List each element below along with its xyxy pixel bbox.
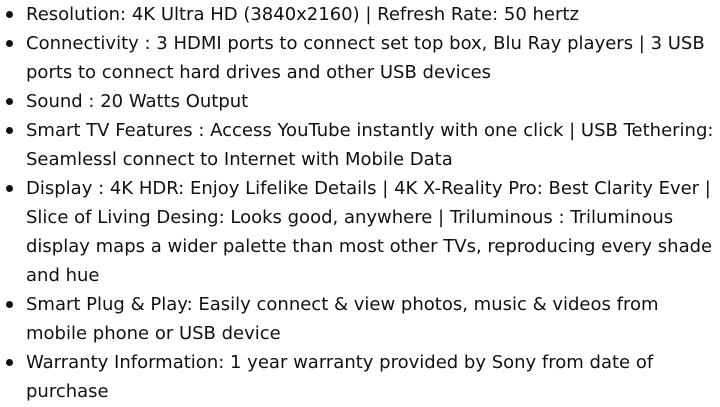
- feature-item-warranty: Warranty Information: 1 year warranty pr…: [0, 348, 720, 406]
- feature-text: Smart TV Features : Access YouTube insta…: [26, 120, 714, 170]
- feature-item-smart-tv: Smart TV Features : Access YouTube insta…: [0, 116, 720, 174]
- feature-item-connectivity: Connectivity : 3 HDMI ports to connect s…: [0, 29, 720, 87]
- bullet-icon: [6, 301, 13, 308]
- feature-text: Resolution: 4K Ultra HD (3840x2160) | Re…: [26, 4, 579, 25]
- bullet-icon: [6, 11, 13, 18]
- feature-item-display: Display : 4K HDR: Enjoy Lifelike Details…: [0, 174, 720, 290]
- feature-bullet-list: Resolution: 4K Ultra HD (3840x2160) | Re…: [0, 0, 720, 406]
- feature-item-sound: Sound : 20 Watts Output: [0, 87, 720, 116]
- bullet-icon: [6, 359, 13, 366]
- bullet-icon: [6, 185, 13, 192]
- feature-item-resolution: Resolution: 4K Ultra HD (3840x2160) | Re…: [0, 0, 720, 29]
- feature-text: Sound : 20 Watts Output: [26, 91, 249, 112]
- feature-text: Smart Plug & Play: Easily connect & view…: [26, 294, 659, 344]
- bullet-icon: [6, 127, 13, 134]
- feature-text: Warranty Information: 1 year warranty pr…: [26, 352, 654, 402]
- feature-text: Display : 4K HDR: Enjoy Lifelike Details…: [26, 178, 713, 286]
- bullet-icon: [6, 40, 13, 47]
- feature-item-plug-and-play: Smart Plug & Play: Easily connect & view…: [0, 290, 720, 348]
- feature-text: Connectivity : 3 HDMI ports to connect s…: [26, 33, 705, 83]
- bullet-icon: [6, 98, 13, 105]
